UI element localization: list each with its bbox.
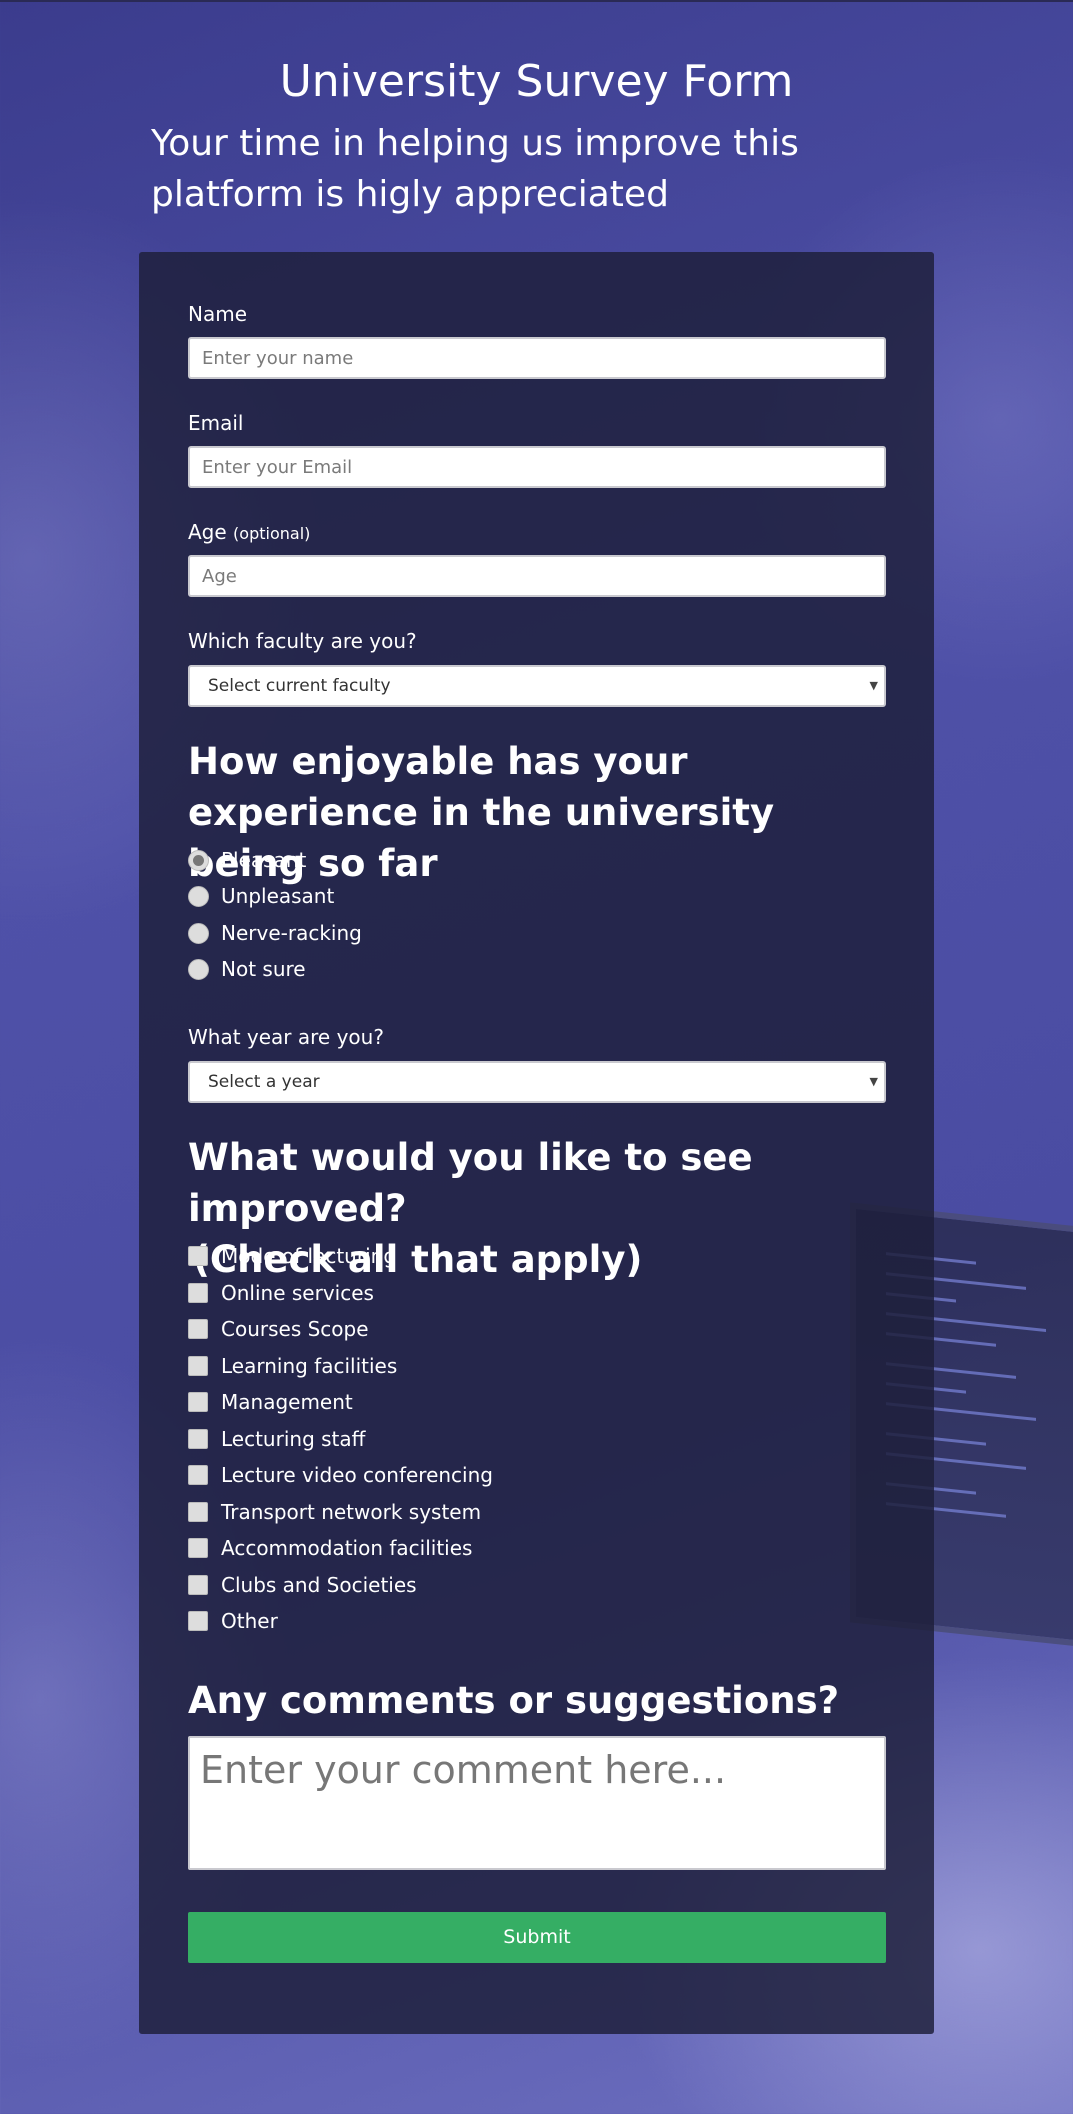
email-input[interactable] bbox=[188, 446, 886, 488]
checkbox-label: Online services bbox=[221, 1281, 374, 1305]
radio-button[interactable] bbox=[188, 922, 209, 944]
radio-option-label: Not sure bbox=[221, 957, 306, 981]
faculty-select[interactable]: Select current faculty ▼ bbox=[188, 665, 886, 707]
radio-option-unpleasant[interactable]: Unpleasant bbox=[188, 882, 334, 910]
radio-option-not-sure[interactable]: Not sure bbox=[188, 955, 306, 983]
checkbox-option[interactable]: Lecture video conferencing bbox=[188, 1461, 493, 1489]
page-description: Your time in helping us improve this pla… bbox=[151, 123, 799, 215]
email-label: Email bbox=[188, 411, 244, 435]
radio-option-nerve-racking[interactable]: Nerve-racking bbox=[188, 919, 362, 947]
checkbox[interactable] bbox=[188, 1465, 208, 1485]
checkbox-option[interactable]: Mode of lecturing bbox=[188, 1242, 396, 1270]
name-input[interactable] bbox=[188, 337, 886, 379]
radio-button[interactable] bbox=[188, 885, 209, 907]
checkbox[interactable] bbox=[188, 1502, 208, 1522]
checkbox[interactable] bbox=[188, 1319, 208, 1339]
checkbox[interactable] bbox=[188, 1429, 208, 1449]
checkbox-label: Transport network system bbox=[221, 1500, 482, 1524]
checkbox-label: Accommodation facilities bbox=[221, 1536, 473, 1560]
checkbox[interactable] bbox=[188, 1283, 208, 1303]
radio-option-label: Unpleasant bbox=[221, 884, 335, 908]
age-input[interactable] bbox=[188, 555, 886, 597]
checkbox-label: Lecture video conferencing bbox=[221, 1463, 493, 1487]
checkbox[interactable] bbox=[188, 1356, 208, 1376]
checkbox[interactable] bbox=[188, 1575, 208, 1595]
checkbox[interactable] bbox=[188, 1392, 208, 1412]
caret-down-icon: ▼ bbox=[869, 1075, 878, 1088]
year-select[interactable]: Select a year ▼ bbox=[188, 1061, 886, 1103]
name-label: Name bbox=[188, 302, 248, 326]
radio-option-label: Pleasant bbox=[221, 848, 307, 872]
checkbox-option[interactable]: Transport network system bbox=[188, 1498, 481, 1526]
checkbox-label: Courses Scope bbox=[221, 1317, 369, 1341]
checkbox-label: Other bbox=[221, 1609, 278, 1633]
survey-form: Name Email Age (optional) Which faculty … bbox=[139, 252, 934, 2034]
top-border bbox=[0, 0, 1073, 2]
checkbox-option[interactable]: Clubs and Societies bbox=[188, 1571, 417, 1599]
radio-option-pleasant[interactable]: Pleasant bbox=[188, 846, 306, 874]
faculty-label: Which faculty are you? bbox=[188, 629, 417, 653]
age-optional-note: (optional) bbox=[233, 524, 311, 543]
checkbox-option[interactable]: Courses Scope bbox=[188, 1315, 369, 1343]
radio-option-label: Nerve-racking bbox=[221, 921, 362, 945]
checkbox[interactable] bbox=[188, 1538, 208, 1558]
checkbox-option[interactable]: Management bbox=[188, 1388, 353, 1416]
checkbox-label: Learning facilities bbox=[221, 1354, 398, 1378]
year-label: What year are you? bbox=[188, 1025, 384, 1049]
caret-down-icon: ▼ bbox=[869, 679, 878, 692]
checkbox-label: Lecturing staff bbox=[221, 1427, 366, 1451]
radio-button[interactable] bbox=[188, 958, 209, 980]
checkbox-option[interactable]: Lecturing staff bbox=[188, 1425, 365, 1453]
checkbox-option[interactable]: Online services bbox=[188, 1279, 374, 1307]
checkbox-label: Management bbox=[221, 1390, 353, 1414]
comments-question: Any comments or suggestions? bbox=[188, 1679, 840, 1722]
improvements-question-text: What would you like to see improved? bbox=[188, 1136, 753, 1230]
age-label-text: Age bbox=[188, 520, 227, 544]
checkbox-label: Mode of lecturing bbox=[221, 1244, 397, 1268]
checkbox-option[interactable]: Accommodation facilities bbox=[188, 1534, 472, 1562]
faculty-select-value: Select current faculty bbox=[208, 676, 391, 696]
age-label: Age (optional) bbox=[188, 520, 886, 544]
page-title: University Survey Form bbox=[279, 56, 794, 107]
checkbox[interactable] bbox=[188, 1611, 208, 1631]
checkbox-option[interactable]: Other bbox=[188, 1607, 278, 1635]
checkbox-label: Clubs and Societies bbox=[221, 1573, 417, 1597]
radio-button-selected[interactable] bbox=[188, 849, 209, 871]
checkbox-option[interactable]: Learning facilities bbox=[188, 1352, 397, 1380]
comments-textarea[interactable]: Enter your comment here... bbox=[188, 1736, 886, 1870]
year-select-value: Select a year bbox=[208, 1072, 320, 1092]
submit-button[interactable]: Submit bbox=[188, 1912, 886, 1963]
checkbox[interactable] bbox=[188, 1246, 208, 1266]
